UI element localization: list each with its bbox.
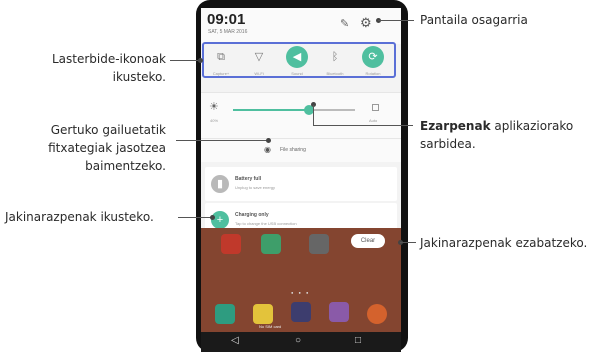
page-indicator: ● ● ●: [291, 290, 311, 295]
notification-battery[interactable]: ▮ Battery full Unplug to save energy: [205, 167, 397, 201]
messages-app-icon[interactable]: [253, 304, 273, 324]
file-sharing-toggle[interactable]: ◉ File sharing: [201, 138, 401, 162]
callout-clear: Jakinarazpenak ezabatzeko.: [420, 236, 588, 250]
phone-app-icon[interactable]: [215, 304, 235, 324]
clear-button[interactable]: Clear: [351, 234, 385, 248]
browser-app-icon[interactable]: [367, 304, 387, 324]
battery-icon: ▮: [211, 175, 229, 193]
auto-brightness-checkbox[interactable]: [372, 104, 379, 111]
callout-text: fitxategiak jasotzea: [48, 141, 166, 155]
brightness-icon: ☀: [209, 101, 219, 113]
back-icon[interactable]: ◁: [231, 335, 239, 346]
recents-icon[interactable]: □: [355, 335, 361, 346]
clock-time: 09:01: [207, 11, 246, 28]
app-icon[interactable]: [261, 234, 281, 254]
callout-dot: [266, 138, 271, 143]
callout-text: Lasterbide-ikonoak: [51, 52, 166, 66]
callout-dot: [198, 58, 203, 63]
brightness-percent: 40%: [210, 118, 219, 123]
nav-bar: ◁ ○ □: [201, 332, 401, 352]
callout-line: [176, 140, 268, 141]
callout-text: Gertuko gailuetatik: [50, 123, 166, 137]
callout-line: [170, 60, 200, 61]
callout-settings: Pantaila osagarria: [420, 13, 528, 27]
auto-brightness-label: Auto: [369, 118, 378, 123]
callout-line: [313, 125, 413, 126]
callout-line: [313, 105, 314, 125]
gear-icon[interactable]: ⚙: [360, 15, 372, 31]
status-header: 09:01 SAT, 5 MAR 2016 ✎ ⚙: [201, 8, 401, 44]
callout-dot: [210, 215, 215, 220]
brightness-slider[interactable]: [233, 105, 355, 115]
app-icon[interactable]: [221, 234, 241, 254]
file-sharing-icon: ◉: [264, 145, 271, 154]
callout-file-sharing: Gertuko gailuetatik fitxategiak jasotzea…: [14, 121, 166, 175]
callout-text: Ezarpenak aplikaziorako: [420, 119, 574, 133]
callout-notifications: Jakinarazpenak ikusteko.: [5, 210, 154, 224]
edit-icon[interactable]: ✎: [340, 17, 349, 30]
camera-app-icon[interactable]: [291, 302, 311, 322]
callout-text: sarbidea.: [420, 137, 476, 151]
clock-date: SAT, 5 MAR 2016: [208, 29, 248, 35]
brightness-panel: ☀ 40% Auto: [201, 92, 401, 138]
callout-line: [400, 242, 416, 243]
callout-line: [378, 20, 414, 21]
settings-app-icon[interactable]: [309, 234, 329, 254]
carrier-label: No SIM card: [259, 324, 282, 329]
brightness-fill: [233, 109, 309, 111]
notification-subtitle: Tap to change the USB connection: [235, 221, 297, 226]
usb-icon: +: [211, 211, 229, 229]
callout-line: [178, 217, 212, 218]
quick-settings-highlight: [202, 42, 396, 78]
notification-title: Battery full: [235, 176, 262, 182]
callout-quick-icons: Lasterbide-ikonoak ikusteko.: [30, 50, 166, 86]
notification-subtitle: Unplug to save energy: [235, 185, 276, 190]
home-icon[interactable]: ○: [295, 335, 301, 346]
file-sharing-label: File sharing: [280, 147, 306, 153]
gallery-app-icon[interactable]: [329, 302, 349, 322]
callout-settings-app: Ezarpenak aplikaziorako sarbidea.: [420, 117, 573, 153]
home-screen: Clear ● ● ● No SIM card: [201, 228, 401, 332]
callout-text: ikusteko.: [112, 70, 166, 84]
notification-title: Charging only: [235, 212, 269, 218]
callout-text: baimentzeko.: [85, 159, 166, 173]
